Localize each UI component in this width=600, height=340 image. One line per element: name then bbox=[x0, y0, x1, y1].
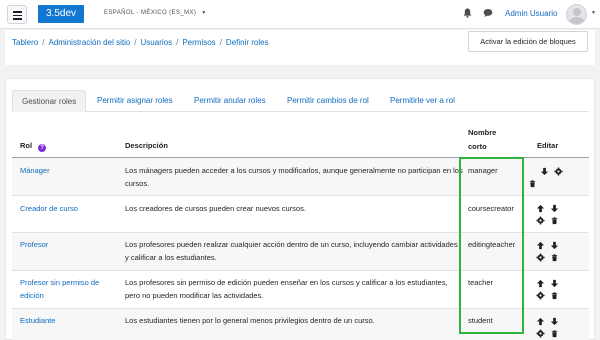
main-content: Gestionar roles Permitir asignar roles P… bbox=[5, 78, 595, 340]
breadcrumb: Tablero / Administración del sitio / Usuario… bbox=[12, 38, 269, 47]
role-description: Los estudiantes tienen por lo general me… bbox=[125, 316, 375, 325]
trash-icon[interactable] bbox=[528, 179, 537, 188]
language-label: ESPAÑOL - MÉXICO (ES_MX) bbox=[104, 10, 197, 16]
role-description: Los profesores sin permiso de edición pu… bbox=[125, 278, 448, 300]
arrow-up-icon[interactable] bbox=[536, 279, 545, 288]
arrow-down-icon[interactable] bbox=[550, 204, 559, 213]
trash-icon[interactable] bbox=[550, 291, 559, 300]
breadcrumb-define-roles[interactable]: Definir roles bbox=[226, 38, 269, 47]
chat-icon[interactable] bbox=[483, 8, 493, 20]
trash-icon[interactable] bbox=[550, 329, 559, 338]
role-description: Los profesores pueden realizar cualquier… bbox=[125, 240, 458, 262]
gear-icon[interactable] bbox=[536, 253, 545, 262]
gear-icon[interactable] bbox=[536, 216, 545, 225]
tab-allow-override[interactable]: Permitir anular roles bbox=[194, 90, 266, 112]
trash-icon[interactable] bbox=[550, 253, 559, 262]
header-role: Rol? bbox=[20, 141, 47, 152]
row-actions bbox=[529, 166, 573, 196]
role-description: Los mánagers pueden acceder a los cursos… bbox=[125, 166, 463, 188]
breadcrumb-dashboard[interactable]: Tablero bbox=[12, 38, 38, 47]
header-description: Descripción bbox=[125, 141, 168, 150]
role-name-link[interactable]: Profesor bbox=[20, 238, 120, 251]
row-actions bbox=[533, 240, 573, 270]
page-header: Tablero / Administración del sitio / Usuario… bbox=[5, 30, 595, 65]
header-role-label: Rol bbox=[20, 141, 33, 150]
arrow-up-icon[interactable] bbox=[536, 241, 545, 250]
role-description: Los creadores de cursos pueden crear nue… bbox=[125, 204, 306, 213]
table-row: Estudiante Los estudiantes tienen por lo… bbox=[12, 309, 589, 340]
tab-allow-switch[interactable]: Permitir cambios de rol bbox=[287, 90, 369, 112]
header-shortname-line1: Nombre bbox=[468, 128, 497, 137]
breadcrumb-permissions[interactable]: Permisos bbox=[182, 38, 215, 47]
tab-manage-roles[interactable]: Gestionar roles bbox=[12, 90, 87, 112]
toggle-block-editing-button[interactable]: Activar la edición de bloques bbox=[468, 31, 588, 52]
breadcrumb-users[interactable]: Usuarios bbox=[141, 38, 173, 47]
row-actions bbox=[533, 203, 573, 233]
top-navbar: 3.5dev ESPAÑOL - MÉXICO (ES_MX) ▼ Admin U… bbox=[0, 0, 600, 29]
table-row: Profesor sin permiso de edición Los prof… bbox=[12, 271, 589, 309]
arrow-down-icon[interactable] bbox=[550, 317, 559, 326]
table-row: Profesor Los profesores pueden realizar … bbox=[12, 233, 589, 271]
role-shortname: coursecreator bbox=[468, 204, 514, 213]
gear-icon[interactable] bbox=[536, 329, 545, 338]
role-shortname: manager bbox=[468, 166, 498, 175]
bell-icon[interactable] bbox=[463, 8, 472, 20]
tab-allow-view[interactable]: Permitirle ver a rol bbox=[390, 90, 455, 112]
tab-allow-assign[interactable]: Permitir asignar roles bbox=[97, 90, 173, 112]
arrow-down-icon[interactable] bbox=[540, 167, 549, 176]
role-name-link[interactable]: Profesor sin permiso de edición bbox=[20, 276, 120, 302]
arrow-down-icon[interactable] bbox=[550, 241, 559, 250]
breadcrumb-site-admin[interactable]: Administración del sitio bbox=[48, 38, 130, 47]
trash-icon[interactable] bbox=[550, 216, 559, 225]
avatar[interactable] bbox=[566, 4, 587, 25]
table-row: Creador de curso Los creadores de cursos… bbox=[12, 196, 589, 233]
gear-icon[interactable] bbox=[536, 291, 545, 300]
gear-icon[interactable] bbox=[554, 167, 563, 176]
table-row: Mánager Los mánagers pueden acceder a lo… bbox=[12, 158, 589, 196]
header-edit: Editar bbox=[537, 141, 559, 150]
role-shortname: student bbox=[468, 316, 493, 325]
user-menu-name[interactable]: Admin Usuario bbox=[505, 9, 557, 18]
role-tabs: Gestionar roles Permitir asignar roles P… bbox=[12, 90, 589, 112]
role-name-link[interactable]: Creador de curso bbox=[20, 202, 120, 215]
arrow-up-icon[interactable] bbox=[536, 204, 545, 213]
language-selector[interactable]: ESPAÑOL - MÉXICO (ES_MX) ▼ bbox=[104, 10, 207, 16]
row-actions bbox=[533, 316, 573, 340]
user-menu-chevron-icon[interactable]: ▼ bbox=[591, 10, 596, 16]
menu-toggle-button[interactable] bbox=[7, 5, 27, 24]
role-shortname: teacher bbox=[468, 278, 494, 287]
header-shortname-line2: corto bbox=[468, 142, 487, 151]
arrow-up-icon[interactable] bbox=[536, 317, 545, 326]
role-shortname: editingteacher bbox=[468, 240, 516, 249]
chevron-down-icon: ▼ bbox=[201, 10, 207, 16]
role-name-link[interactable]: Mánager bbox=[20, 164, 120, 177]
role-name-link[interactable]: Estudiante bbox=[20, 314, 120, 327]
site-brand[interactable]: 3.5dev bbox=[38, 5, 84, 23]
row-actions bbox=[533, 278, 573, 308]
arrow-down-icon[interactable] bbox=[550, 279, 559, 288]
question-circle-icon[interactable]: ? bbox=[38, 144, 47, 152]
